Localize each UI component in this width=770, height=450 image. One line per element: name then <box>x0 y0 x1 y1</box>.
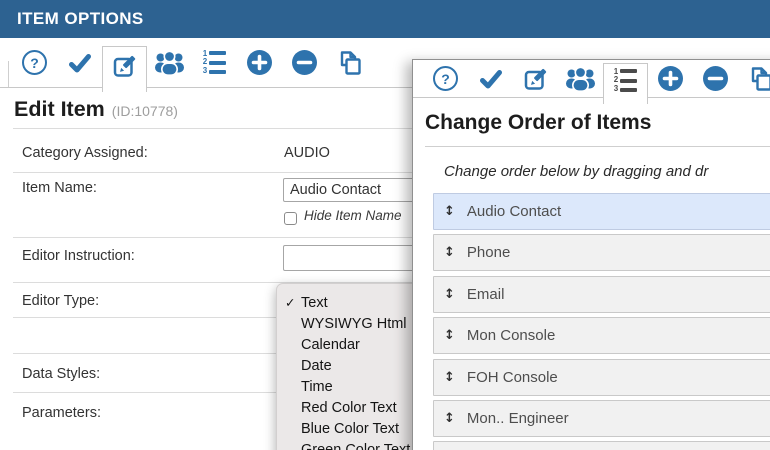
drag-handle-icon[interactable]: ↕ <box>444 245 455 260</box>
page-heading: Edit Item (ID:10778) <box>14 97 178 122</box>
order-item-mon-console[interactable]: ↕ Mon Console <box>433 317 770 354</box>
menu-option-wysiwyg[interactable]: WYSIWYG Html <box>277 313 425 334</box>
dialog-divider <box>425 146 770 147</box>
dialog-users-button[interactable] <box>558 60 603 98</box>
editor-instruction-label: Editor Instruction: <box>22 248 135 264</box>
dialog-toolbar: ? 123 <box>413 60 770 98</box>
order-item-partial[interactable]: ↕ <box>433 441 770 450</box>
minus-circle-icon <box>291 49 318 76</box>
edit-icon <box>523 66 549 92</box>
drag-handle-icon[interactable]: ↕ <box>444 204 455 219</box>
dialog-help-button[interactable]: ? <box>423 60 468 98</box>
item-name-label: Item Name: <box>22 180 97 196</box>
dialog-order-items-tab[interactable]: 123 <box>603 63 648 104</box>
dialog-edit-button[interactable] <box>513 60 558 98</box>
parameters-label: Parameters: <box>22 405 101 421</box>
copy-icon <box>336 49 364 77</box>
hide-item-name-label: Hide Item Name <box>304 208 402 223</box>
dialog-title: Change Order of Items <box>425 111 651 135</box>
window-title: ITEM OPTIONS <box>17 9 144 29</box>
question-icon: ? <box>433 66 458 91</box>
minus-circle-icon <box>702 65 729 92</box>
users-icon <box>154 50 185 76</box>
order-item-audio-contact[interactable]: ↕ Audio Contact <box>433 193 770 230</box>
editor-type-menu: ✓ Text WYSIWYG Html Calendar Date Time R… <box>276 283 426 450</box>
order-list: ↕ Audio Contact ↕ Phone ↕ Email ↕ Mon Co… <box>433 193 770 450</box>
ordered-list-icon: 123 <box>203 50 226 75</box>
item-id: (ID:10778) <box>112 103 178 119</box>
data-styles-label: Data Styles: <box>22 366 100 382</box>
plus-circle-icon <box>657 65 684 92</box>
checkmark-icon <box>479 67 503 91</box>
page-title: Edit Item <box>14 97 105 122</box>
menu-option-blue-color-text[interactable]: Blue Color Text <box>277 418 425 439</box>
dialog-remove-item-button[interactable] <box>693 60 738 98</box>
selected-check-icon: ✓ <box>285 295 299 310</box>
order-item-foh-console[interactable]: ↕ FOH Console <box>433 359 770 396</box>
window-header: ITEM OPTIONS <box>0 0 770 38</box>
menu-option-text[interactable]: ✓ Text <box>277 292 425 313</box>
editor-type-label: Editor Type: <box>22 293 99 309</box>
category-assigned-label: Category Assigned: <box>22 145 148 161</box>
menu-option-red-color-text[interactable]: Red Color Text <box>277 397 425 418</box>
dialog-instruction: Change order below by dragging and dr <box>444 163 708 180</box>
remove-item-button[interactable] <box>282 38 327 87</box>
drag-handle-icon[interactable]: ↕ <box>444 287 455 302</box>
drag-handle-icon[interactable]: ↕ <box>444 411 455 426</box>
tab-strip-edge <box>8 61 9 87</box>
ordered-list-icon: 123 <box>614 68 637 93</box>
confirm-button[interactable] <box>57 38 102 87</box>
app-window: ITEM OPTIONS ? 123 <box>0 0 770 450</box>
order-item-phone[interactable]: ↕ Phone <box>433 234 770 271</box>
users-icon <box>565 66 596 92</box>
order-item-email[interactable]: ↕ Email <box>433 276 770 313</box>
menu-option-calendar[interactable]: Calendar <box>277 334 425 355</box>
menu-option-green-color-text[interactable]: Green Color Text <box>277 439 425 450</box>
copy-icon <box>747 65 770 93</box>
question-icon: ? <box>22 50 47 75</box>
category-assigned-value: AUDIO <box>284 145 330 161</box>
menu-option-time[interactable]: Time <box>277 376 425 397</box>
dialog-copy-item-button[interactable] <box>738 60 770 98</box>
edit-tab[interactable] <box>102 46 147 92</box>
dialog-confirm-button[interactable] <box>468 60 513 98</box>
drag-handle-icon[interactable]: ↕ <box>444 328 455 343</box>
order-items-button[interactable]: 123 <box>192 38 237 87</box>
change-order-dialog: ? 123 <box>412 59 770 450</box>
order-item-mon-engineer[interactable]: ↕ Mon.. Engineer <box>433 400 770 437</box>
hide-item-name-checkbox[interactable] <box>284 212 297 225</box>
help-button[interactable]: ? <box>12 38 57 87</box>
copy-item-button[interactable] <box>327 38 372 87</box>
checkmark-icon <box>68 51 92 75</box>
users-button[interactable] <box>147 38 192 87</box>
plus-circle-icon <box>246 49 273 76</box>
drag-handle-icon[interactable]: ↕ <box>444 370 455 385</box>
edit-icon <box>112 53 138 79</box>
menu-option-date[interactable]: Date <box>277 355 425 376</box>
add-item-button[interactable] <box>237 38 282 87</box>
dialog-add-item-button[interactable] <box>648 60 693 98</box>
